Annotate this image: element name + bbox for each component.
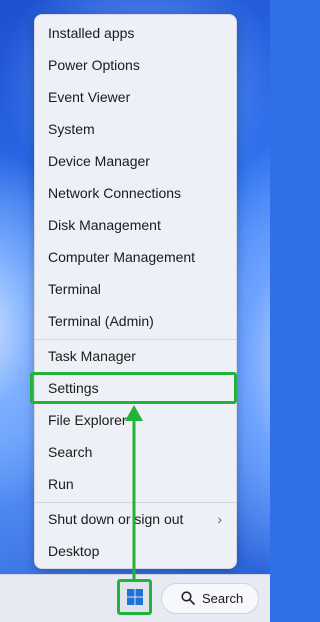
menu-item-run[interactable]: Run xyxy=(35,469,236,499)
menu-item-file-explorer[interactable]: File Explorer xyxy=(35,405,236,435)
menu-item-label: Shut down or sign out xyxy=(48,511,184,527)
menu-item-system[interactable]: System xyxy=(35,114,236,144)
settings-highlight-box xyxy=(30,372,237,404)
quick-link-menu: Installed apps Power Options Event Viewe… xyxy=(34,14,237,569)
menu-item-terminal[interactable]: Terminal xyxy=(35,274,236,304)
menu-item-device-manager[interactable]: Device Manager xyxy=(35,146,236,176)
menu-separator xyxy=(35,502,236,503)
menu-item-network-connections[interactable]: Network Connections xyxy=(35,178,236,208)
start-button[interactable] xyxy=(117,579,152,615)
menu-item-event-viewer[interactable]: Event Viewer xyxy=(35,82,236,112)
menu-item-terminal-admin[interactable]: Terminal (Admin) xyxy=(35,306,236,336)
chevron-right-icon: › xyxy=(217,511,222,527)
search-icon xyxy=(181,591,195,605)
search-label: Search xyxy=(202,591,244,606)
menu-item-shut-down[interactable]: Shut down or sign out › xyxy=(35,504,236,534)
menu-item-task-manager[interactable]: Task Manager xyxy=(35,341,236,371)
menu-item-desktop[interactable]: Desktop xyxy=(35,536,236,566)
menu-item-power-options[interactable]: Power Options xyxy=(35,50,236,80)
windows-logo-icon xyxy=(127,589,143,605)
menu-separator xyxy=(35,339,236,340)
menu-item-installed-apps[interactable]: Installed apps xyxy=(35,18,236,48)
menu-item-computer-management[interactable]: Computer Management xyxy=(35,242,236,272)
menu-item-search[interactable]: Search xyxy=(35,437,236,467)
taskbar-search-box[interactable]: Search xyxy=(161,583,259,614)
menu-item-disk-management[interactable]: Disk Management xyxy=(35,210,236,240)
